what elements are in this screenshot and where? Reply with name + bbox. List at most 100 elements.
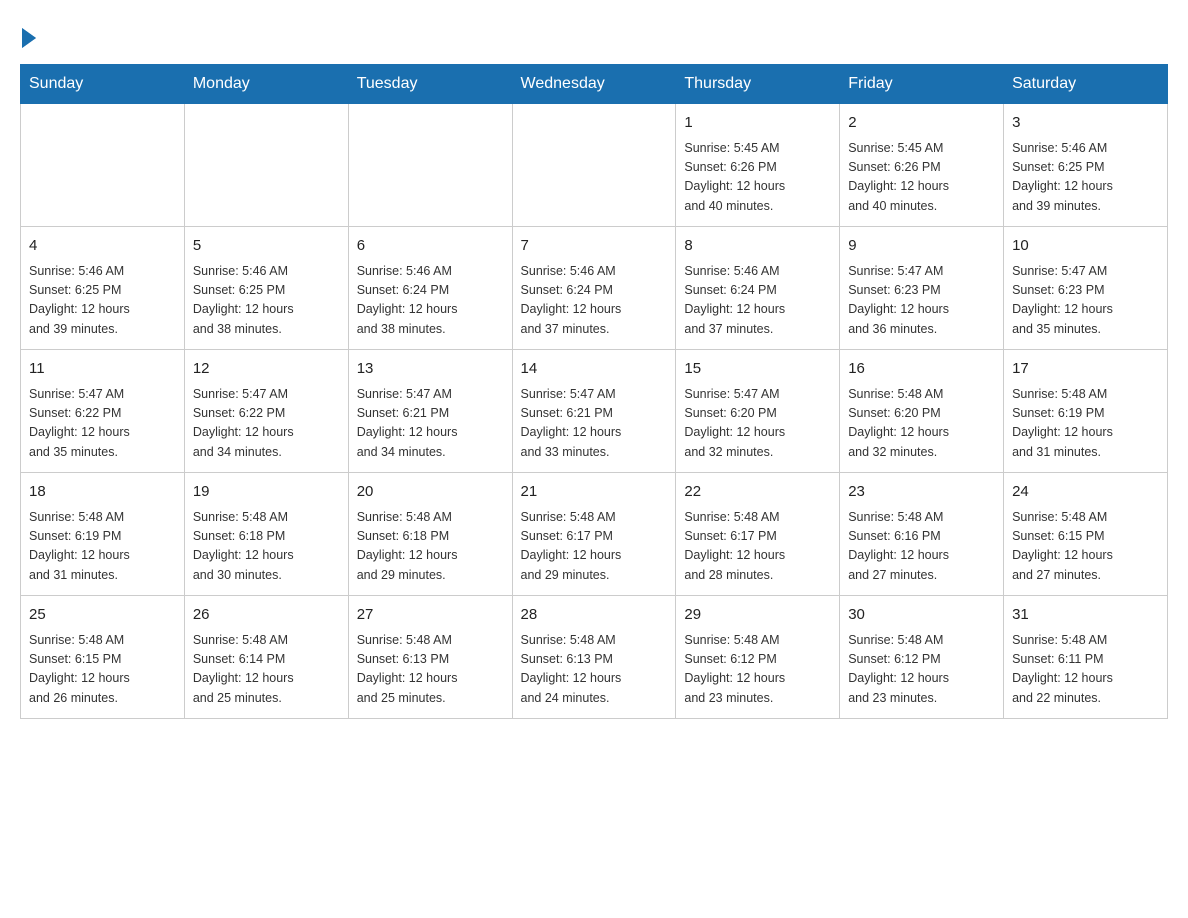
calendar-cell: 19 Sunrise: 5:48 AMSunset: 6:18 PMDayligh…	[184, 473, 348, 596]
calendar-table: SundayMondayTuesdayWednesdayThursdayFrid…	[20, 64, 1168, 719]
day-number: 10	[1012, 235, 1159, 258]
day-info: Sunrise: 5:46 AMSunset: 6:25 PMDaylight:…	[193, 262, 340, 340]
calendar-week-row: 25 Sunrise: 5:48 AMSunset: 6:15 PMDayligh…	[21, 596, 1168, 719]
day-info: Sunrise: 5:47 AMSunset: 6:22 PMDaylight:…	[29, 385, 176, 463]
day-info: Sunrise: 5:48 AMSunset: 6:13 PMDaylight:…	[357, 631, 504, 709]
day-number: 6	[357, 235, 504, 258]
day-info: Sunrise: 5:48 AMSunset: 6:17 PMDaylight:…	[521, 508, 668, 586]
day-number: 11	[29, 358, 176, 381]
calendar-cell: 7 Sunrise: 5:46 AMSunset: 6:24 PMDaylight…	[512, 227, 676, 350]
calendar-cell: 18Sunrise: 5:48 AMSunset: 6:19 PMDayligh…	[21, 473, 185, 596]
logo	[20, 20, 36, 44]
day-of-week-header-sunday: Sunday	[21, 65, 185, 104]
calendar-cell: 1 Sunrise: 5:45 AMSunset: 6:26 PMDaylight…	[676, 104, 840, 227]
day-info: Sunrise: 5:47 AMSunset: 6:22 PMDaylight:…	[193, 385, 340, 463]
calendar-cell: 11 Sunrise: 5:47 AMSunset: 6:22 PMDayligh…	[21, 350, 185, 473]
day-info: Sunrise: 5:46 AMSunset: 6:25 PMDaylight:…	[29, 262, 176, 340]
day-number: 7	[521, 235, 668, 258]
calendar-cell: 5 Sunrise: 5:46 AMSunset: 6:25 PMDaylight…	[184, 227, 348, 350]
calendar-cell: 21Sunrise: 5:48 AMSunset: 6:17 PMDayligh…	[512, 473, 676, 596]
calendar-cell: 30Sunrise: 5:48 AMSunset: 6:12 PMDayligh…	[840, 596, 1004, 719]
calendar-cell: 8 Sunrise: 5:46 AMSunset: 6:24 PMDaylight…	[676, 227, 840, 350]
day-info: Sunrise: 5:48 AMSunset: 6:17 PMDaylight:…	[684, 508, 831, 586]
day-info: Sunrise: 5:46 AMSunset: 6:24 PMDaylight:…	[357, 262, 504, 340]
day-number: 4	[29, 235, 176, 258]
day-number: 25	[29, 604, 176, 627]
day-info: Sunrise: 5:45 AMSunset: 6:26 PMDaylight:…	[848, 139, 995, 217]
calendar-cell: 9 Sunrise: 5:47 AMSunset: 6:23 PMDaylight…	[840, 227, 1004, 350]
day-info: Sunrise: 5:45 AMSunset: 6:26 PMDaylight:…	[684, 139, 831, 217]
day-number: 20	[357, 481, 504, 504]
day-info: Sunrise: 5:47 AMSunset: 6:23 PMDaylight:…	[1012, 262, 1159, 340]
day-info: Sunrise: 5:48 AMSunset: 6:20 PMDaylight:…	[848, 385, 995, 463]
day-number: 12	[193, 358, 340, 381]
calendar-cell: 20Sunrise: 5:48 AMSunset: 6:18 PMDayligh…	[348, 473, 512, 596]
day-number: 13	[357, 358, 504, 381]
calendar-cell: 6 Sunrise: 5:46 AMSunset: 6:24 PMDaylight…	[348, 227, 512, 350]
day-of-week-header-saturday: Saturday	[1004, 65, 1168, 104]
calendar-cell: 22 Sunrise: 5:48 AMSunset: 6:17 PMDayligh…	[676, 473, 840, 596]
day-number: 26	[193, 604, 340, 627]
day-number: 9	[848, 235, 995, 258]
calendar-cell: 10 Sunrise: 5:47 AMSunset: 6:23 PMDayligh…	[1004, 227, 1168, 350]
day-number: 31	[1012, 604, 1159, 627]
day-info: Sunrise: 5:46 AMSunset: 6:24 PMDaylight:…	[521, 262, 668, 340]
calendar-cell: 16 Sunrise: 5:48 AMSunset: 6:20 PMDayligh…	[840, 350, 1004, 473]
calendar-cell	[184, 104, 348, 227]
day-of-week-header-tuesday: Tuesday	[348, 65, 512, 104]
calendar-cell	[21, 104, 185, 227]
calendar-header-row: SundayMondayTuesdayWednesdayThursdayFrid…	[21, 65, 1168, 104]
day-number: 1	[684, 112, 831, 135]
calendar-cell: 23 Sunrise: 5:48 AMSunset: 6:16 PMDayligh…	[840, 473, 1004, 596]
calendar-week-row: 4 Sunrise: 5:46 AMSunset: 6:25 PMDaylight…	[21, 227, 1168, 350]
day-number: 8	[684, 235, 831, 258]
day-number: 28	[521, 604, 668, 627]
day-info: Sunrise: 5:48 AMSunset: 6:19 PMDaylight:…	[1012, 385, 1159, 463]
calendar-week-row: 18Sunrise: 5:48 AMSunset: 6:19 PMDayligh…	[21, 473, 1168, 596]
day-info: Sunrise: 5:48 AMSunset: 6:11 PMDaylight:…	[1012, 631, 1159, 709]
calendar-cell: 13 Sunrise: 5:47 AMSunset: 6:21 PMDayligh…	[348, 350, 512, 473]
calendar-cell: 31 Sunrise: 5:48 AMSunset: 6:11 PMDayligh…	[1004, 596, 1168, 719]
day-info: Sunrise: 5:48 AMSunset: 6:12 PMDaylight:…	[684, 631, 831, 709]
day-number: 15	[684, 358, 831, 381]
day-info: Sunrise: 5:48 AMSunset: 6:15 PMDaylight:…	[29, 631, 176, 709]
day-info: Sunrise: 5:47 AMSunset: 6:20 PMDaylight:…	[684, 385, 831, 463]
day-number: 29	[684, 604, 831, 627]
day-of-week-header-wednesday: Wednesday	[512, 65, 676, 104]
day-info: Sunrise: 5:48 AMSunset: 6:14 PMDaylight:…	[193, 631, 340, 709]
calendar-week-row: 1 Sunrise: 5:45 AMSunset: 6:26 PMDaylight…	[21, 104, 1168, 227]
day-info: Sunrise: 5:48 AMSunset: 6:12 PMDaylight:…	[848, 631, 995, 709]
calendar-cell: 28 Sunrise: 5:48 AMSunset: 6:13 PMDayligh…	[512, 596, 676, 719]
day-info: Sunrise: 5:48 AMSunset: 6:13 PMDaylight:…	[521, 631, 668, 709]
day-info: Sunrise: 5:47 AMSunset: 6:21 PMDaylight:…	[357, 385, 504, 463]
day-number: 16	[848, 358, 995, 381]
logo-triangle-icon	[22, 28, 36, 48]
day-info: Sunrise: 5:48 AMSunset: 6:16 PMDaylight:…	[848, 508, 995, 586]
calendar-cell: 29 Sunrise: 5:48 AMSunset: 6:12 PMDayligh…	[676, 596, 840, 719]
day-number: 19	[193, 481, 340, 504]
day-info: Sunrise: 5:46 AMSunset: 6:24 PMDaylight:…	[684, 262, 831, 340]
page-header	[20, 20, 1168, 44]
calendar-cell: 12 Sunrise: 5:47 AMSunset: 6:22 PMDayligh…	[184, 350, 348, 473]
calendar-cell: 26 Sunrise: 5:48 AMSunset: 6:14 PMDayligh…	[184, 596, 348, 719]
day-number: 23	[848, 481, 995, 504]
day-number: 5	[193, 235, 340, 258]
day-info: Sunrise: 5:47 AMSunset: 6:23 PMDaylight:…	[848, 262, 995, 340]
calendar-cell	[512, 104, 676, 227]
day-number: 17	[1012, 358, 1159, 381]
calendar-week-row: 11 Sunrise: 5:47 AMSunset: 6:22 PMDayligh…	[21, 350, 1168, 473]
day-number: 18	[29, 481, 176, 504]
calendar-cell: 15 Sunrise: 5:47 AMSunset: 6:20 PMDayligh…	[676, 350, 840, 473]
calendar-cell: 27 Sunrise: 5:48 AMSunset: 6:13 PMDayligh…	[348, 596, 512, 719]
calendar-cell: 4 Sunrise: 5:46 AMSunset: 6:25 PMDaylight…	[21, 227, 185, 350]
day-number: 24	[1012, 481, 1159, 504]
day-info: Sunrise: 5:48 AMSunset: 6:15 PMDaylight:…	[1012, 508, 1159, 586]
calendar-cell	[348, 104, 512, 227]
day-number: 22	[684, 481, 831, 504]
day-number: 2	[848, 112, 995, 135]
day-of-week-header-monday: Monday	[184, 65, 348, 104]
day-number: 27	[357, 604, 504, 627]
calendar-cell: 2 Sunrise: 5:45 AMSunset: 6:26 PMDaylight…	[840, 104, 1004, 227]
day-of-week-header-friday: Friday	[840, 65, 1004, 104]
day-info: Sunrise: 5:48 AMSunset: 6:18 PMDaylight:…	[193, 508, 340, 586]
